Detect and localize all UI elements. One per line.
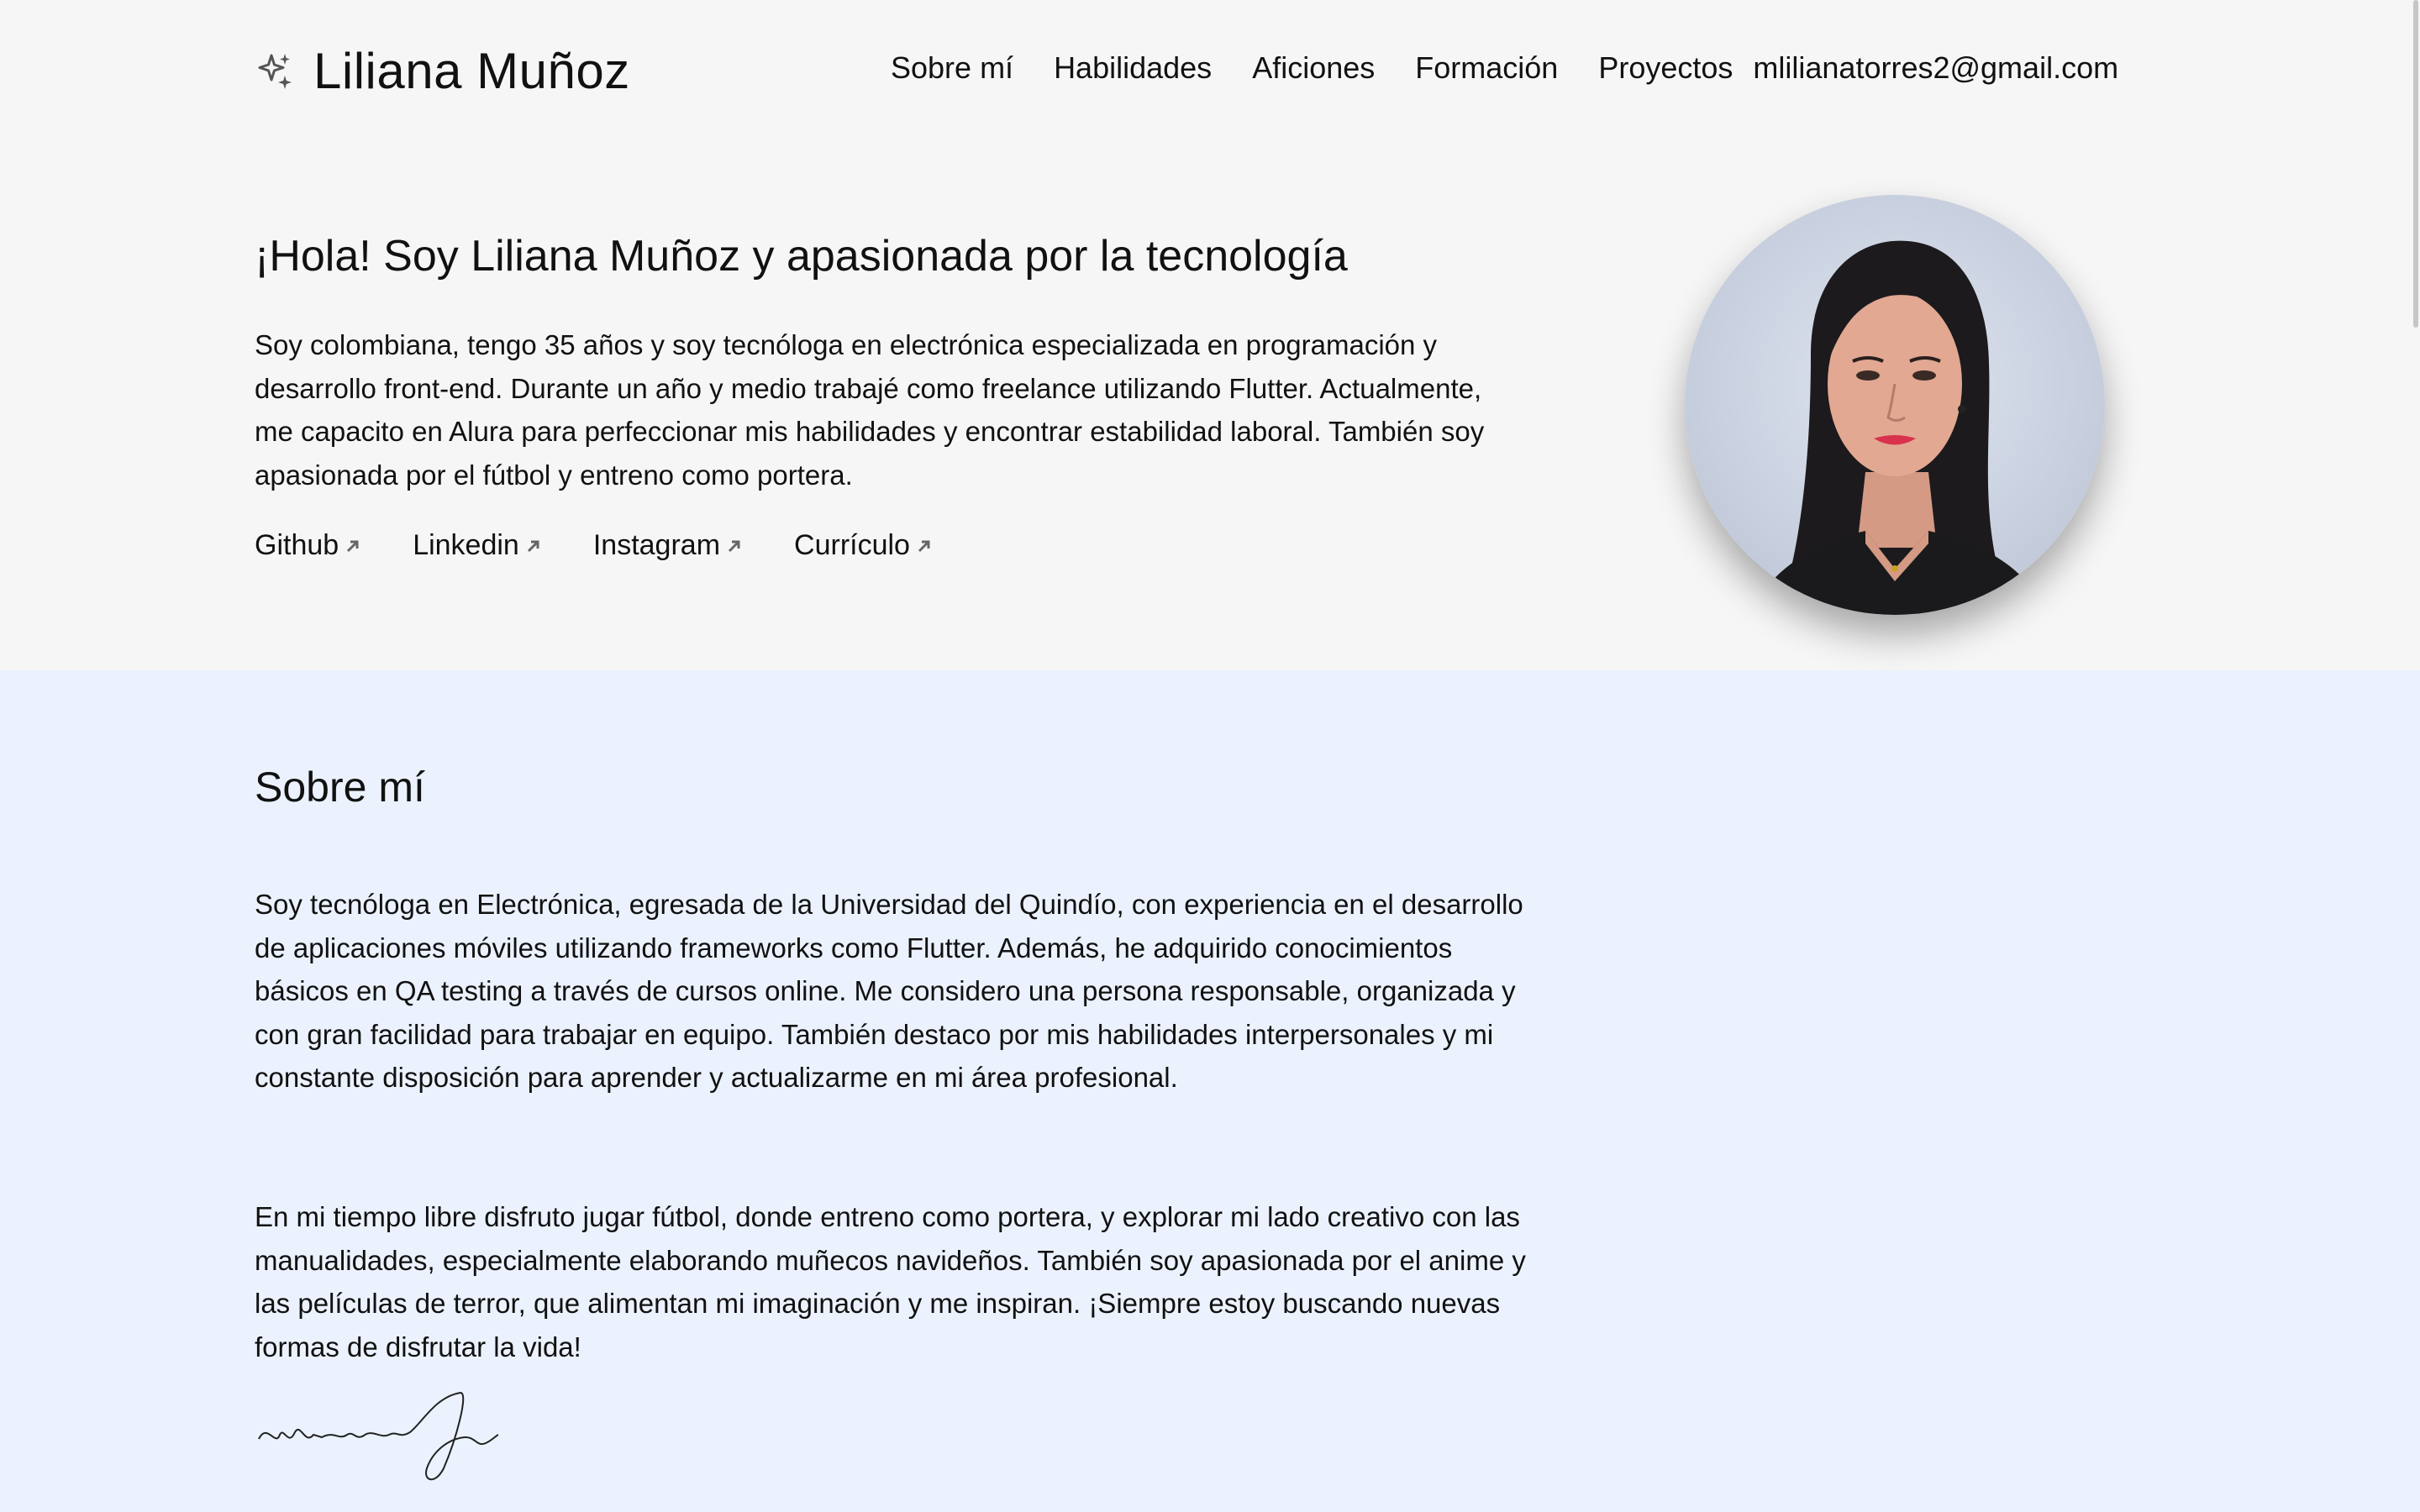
sparkle-icon <box>258 54 292 89</box>
external-link-arrow-icon <box>728 540 740 552</box>
social-links: Github Linkedin Instagram Currículo <box>255 529 934 562</box>
github-link[interactable]: Github <box>255 529 362 562</box>
nav-link-aficiones[interactable]: Aficiones <box>1252 50 1375 86</box>
scrollbar-thumb[interactable] <box>2413 0 2418 328</box>
main-nav: Sobre mí Habilidades Aficiones Formación… <box>891 50 2118 86</box>
hero-description: Soy colombiana, tengo 35 años y soy tecn… <box>255 329 1485 491</box>
github-link-label: Github <box>255 529 339 561</box>
brand[interactable]: Liliana Muñoz <box>255 37 630 104</box>
curriculum-link-label: Currículo <box>794 529 910 561</box>
hero-title: ¡Hola! Soy Liliana Muñoz y apasionada po… <box>255 232 1348 281</box>
nav-link-sobre-mi[interactable]: Sobre mí <box>891 50 1013 86</box>
signature <box>258 1391 498 1481</box>
external-link-arrow-icon <box>527 540 539 552</box>
nav-link-formacion[interactable]: Formación <box>1415 50 1558 86</box>
brand-name: Liliana Muñoz <box>313 42 630 99</box>
external-link-arrow-icon <box>918 540 930 552</box>
external-link-arrow-icon <box>347 540 359 552</box>
about-section: Sobre mí Soy tecnóloga en Electrónica, e… <box>0 670 2420 1512</box>
about-paragraph-2: En mi tiempo libre disfruto jugar fútbol… <box>255 1201 1526 1362</box>
hero-section: ¡Hola! Soy Liliana Muñoz y apasionada po… <box>0 143 2420 670</box>
nav-link-habilidades[interactable]: Habilidades <box>1054 50 1212 86</box>
profile-photo <box>1685 195 2105 615</box>
about-title: Sobre mí <box>255 764 425 811</box>
scrollbar[interactable] <box>2412 0 2420 1512</box>
instagram-link-label: Instagram <box>592 529 721 561</box>
curriculum-link[interactable]: Currículo <box>794 529 934 562</box>
about-paragraph-1: Soy tecnóloga en Electrónica, egresada d… <box>255 889 1523 1093</box>
linkedin-link-label: Linkedin <box>413 529 519 561</box>
top-navigation-bar: Liliana Muñoz Sobre mí Habilidades Afici… <box>0 0 2420 143</box>
linkedin-link[interactable]: Linkedin <box>413 529 543 562</box>
nav-email-link[interactable]: mlilianatorres2@gmail.com <box>1753 50 2118 86</box>
nav-link-proyectos[interactable]: Proyectos <box>1598 50 1733 86</box>
avatar <box>1752 240 2046 615</box>
instagram-link[interactable]: Instagram <box>593 529 744 562</box>
